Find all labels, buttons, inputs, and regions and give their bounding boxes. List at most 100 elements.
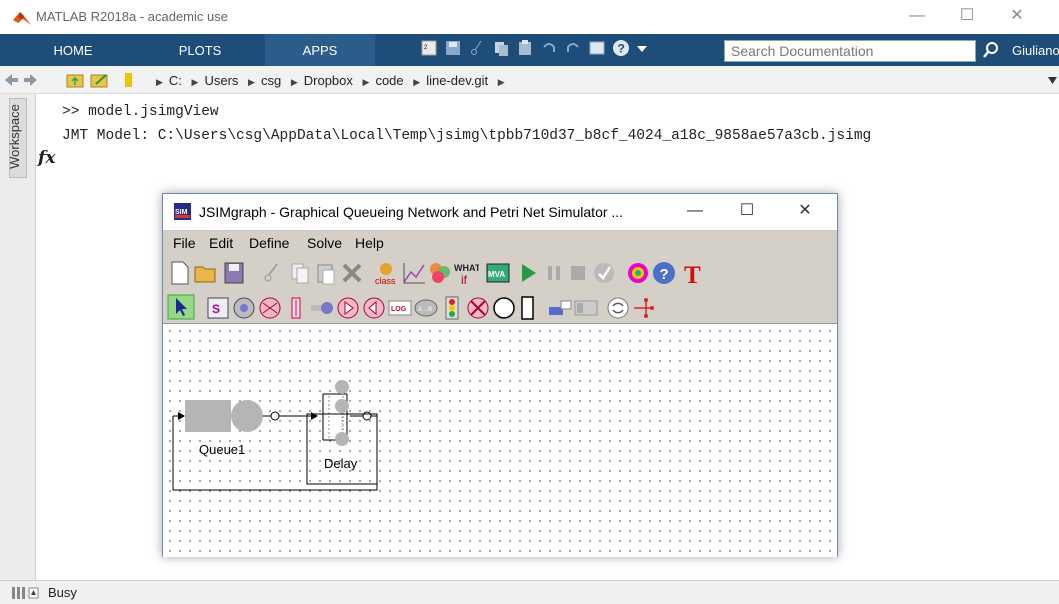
delay-icon[interactable] [335, 295, 361, 321]
jsim-titlebar: SIM JSIMgraph - Graphical Queueing Netwo… [163, 194, 837, 230]
maximize-button[interactable]: ☐ [944, 4, 990, 30]
class-icon[interactable]: class [373, 260, 399, 286]
fcr-region-icon[interactable] [547, 295, 573, 321]
graph-icon[interactable] [401, 260, 427, 286]
jsim-close-button[interactable]: ✕ [785, 200, 825, 224]
help-icon[interactable]: ? [651, 260, 677, 286]
log-icon[interactable]: LOG [387, 295, 413, 321]
svg-text:SIM: SIM [175, 209, 188, 216]
svg-text:S: S [212, 302, 220, 316]
select-arrow-icon[interactable] [167, 294, 195, 320]
transition-icon[interactable] [465, 295, 491, 321]
tab-plots[interactable]: PLOTS [140, 34, 260, 66]
jsim-minimize-button[interactable]: — [675, 200, 715, 224]
svg-text:LOG: LOG [391, 306, 407, 313]
queue-icon[interactable] [309, 295, 335, 321]
menu-help[interactable]: Help [355, 235, 384, 251]
user-menu[interactable]: Giuliano ▾ [1012, 34, 1059, 92]
text-tool-icon[interactable]: T [681, 260, 707, 286]
cut-icon[interactable] [259, 260, 285, 286]
stop-icon[interactable] [565, 260, 591, 286]
workspace-tab[interactable]: Workspace [6, 98, 27, 178]
layout-icon[interactable]: ² [420, 39, 438, 57]
paste-icon[interactable] [516, 39, 534, 57]
bar-icon[interactable] [573, 295, 599, 321]
play-icon[interactable] [515, 260, 541, 286]
fx-icon[interactable]: fx [38, 148, 55, 168]
rectangle-shape-icon[interactable] [515, 295, 541, 321]
paste-icon[interactable] [313, 260, 339, 286]
up-folder-icon[interactable] [66, 71, 84, 89]
sink-icon[interactable] [231, 295, 257, 321]
breadcrumb[interactable]: ▶ C: ▶ Users ▶ csg ▶ Dropbox ▶ code ▶ line-dev… [150, 73, 511, 88]
svg-text:A→B: A→B [418, 307, 432, 313]
model-canvas[interactable]: Queue1 Delay [163, 324, 837, 557]
palette-icon[interactable] [427, 260, 453, 286]
cut-icon[interactable] [468, 39, 486, 57]
what-if-icon[interactable]: WHATif [453, 260, 479, 286]
switch-windows-icon[interactable] [588, 39, 606, 57]
menu-edit[interactable]: Edit [209, 235, 233, 251]
help-icon[interactable]: ? [612, 39, 630, 57]
status-panel-icon[interactable] [12, 587, 40, 599]
svg-text:if: if [461, 273, 468, 286]
crumb-users[interactable]: Users [204, 73, 238, 88]
crumb-csg[interactable]: csg [261, 73, 281, 88]
delay-node[interactable] [319, 380, 355, 446]
tab-home[interactable]: HOME [28, 34, 118, 66]
circle-shape-icon[interactable] [491, 295, 517, 321]
minimize-button[interactable]: — [894, 4, 940, 30]
wizard-icon[interactable] [625, 260, 651, 286]
crumb-drive[interactable]: C: [169, 73, 182, 88]
router-icon[interactable] [257, 295, 283, 321]
jsim-title: JSIMgraph - Graphical Queueing Network a… [199, 204, 624, 220]
pause-icon[interactable] [541, 260, 567, 286]
chevron-down-icon[interactable] [636, 39, 648, 57]
crumb-code[interactable]: code [375, 73, 403, 88]
tab-apps[interactable]: APPS [265, 34, 375, 66]
jsimgraph-window: SIM JSIMgraph - Graphical Queueing Netwo… [162, 193, 838, 557]
open-folder-icon[interactable] [193, 260, 219, 286]
menu-solve[interactable]: Solve [307, 235, 342, 251]
place-icon[interactable]: A→B [413, 295, 439, 321]
delete-icon[interactable] [339, 260, 365, 286]
status-text: Busy [48, 585, 77, 600]
workspace-label: Workspace [6, 104, 22, 169]
command-output-line: JMT Model: C:\Users\csg\AppData\Local\Te… [62, 128, 872, 144]
jsim-logo-icon: SIM [174, 203, 191, 220]
path-dropdown-icon[interactable] [1048, 77, 1057, 84]
reconnect-icon[interactable] [631, 295, 657, 321]
save-icon[interactable] [221, 260, 247, 286]
semaphore-icon[interactable] [439, 295, 465, 321]
svg-text:?: ? [660, 266, 669, 283]
redo-icon[interactable] [564, 39, 582, 57]
jsim-maximize-button[interactable]: ☐ [727, 200, 767, 224]
svg-text:T: T [684, 262, 701, 286]
copy-icon[interactable] [287, 260, 313, 286]
copy-icon[interactable] [492, 39, 510, 57]
mva-icon[interactable]: MVA [485, 260, 511, 286]
jsim-menubar: File Edit Define Solve Help [163, 230, 837, 254]
svg-text:WHAT: WHAT [454, 263, 479, 273]
refresh-icon[interactable] [605, 295, 631, 321]
menu-define[interactable]: Define [249, 235, 289, 251]
check-icon[interactable] [591, 260, 617, 286]
save-icon[interactable] [444, 39, 462, 57]
crumb-dropbox[interactable]: Dropbox [304, 73, 353, 88]
svg-text:class: class [375, 276, 396, 286]
command-line-input[interactable]: >> model.jsimgView [62, 104, 219, 120]
crumb-repo[interactable]: line-dev.git [426, 73, 488, 88]
back-forward-icon[interactable] [4, 73, 38, 87]
new-file-icon[interactable] [167, 260, 193, 286]
logger-icon[interactable] [361, 295, 387, 321]
app-title: MATLAB R2018a - academic use [36, 9, 228, 24]
browse-folder-icon[interactable] [90, 71, 110, 89]
close-button[interactable]: ✕ [994, 4, 1040, 30]
menu-file[interactable]: File [173, 235, 196, 251]
search-icon[interactable] [982, 41, 1000, 59]
delay-node-label: Delay [324, 456, 358, 471]
search-input[interactable]: Search Documentation [724, 40, 976, 62]
source-icon[interactable]: S [205, 295, 231, 321]
fork-icon[interactable] [283, 295, 309, 321]
undo-icon[interactable] [540, 39, 558, 57]
